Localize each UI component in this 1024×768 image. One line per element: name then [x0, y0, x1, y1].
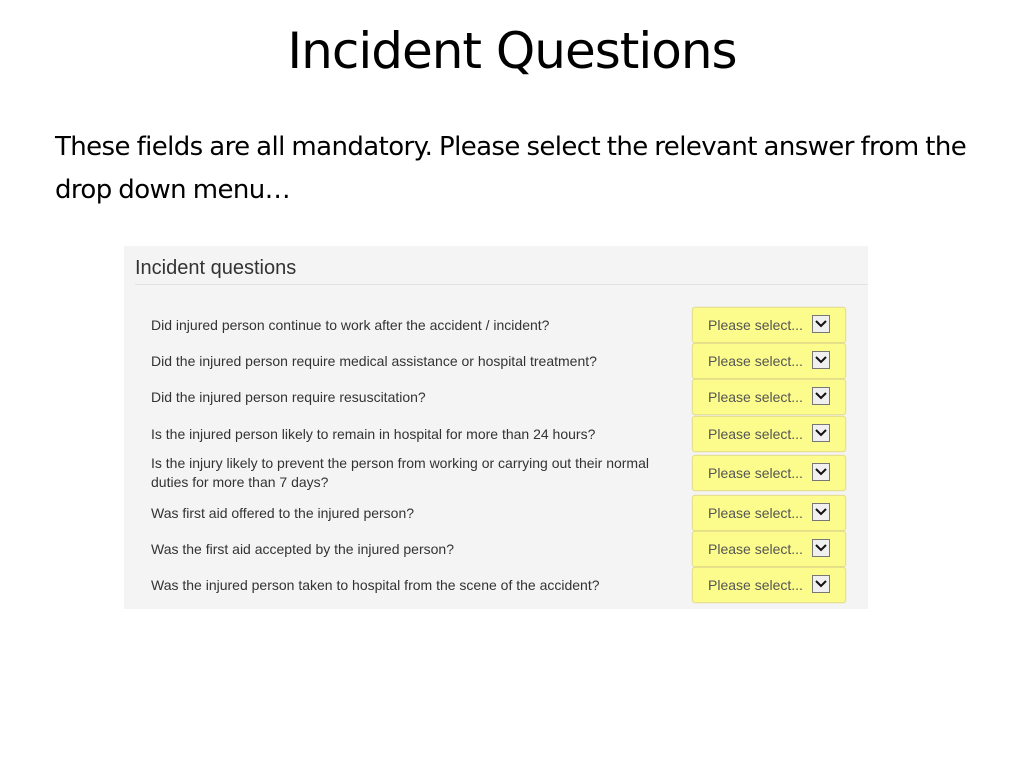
question-label: Was first aid offered to the injured per… — [151, 505, 415, 521]
select-value: Please select... — [708, 317, 803, 333]
chevron-down-icon[interactable] — [812, 424, 830, 442]
question-label: Is the injured person likely to remain i… — [151, 426, 596, 442]
select-value: Please select... — [708, 389, 803, 405]
select-value: Please select... — [708, 577, 803, 593]
question-label: Is the injury likely to prevent the pers… — [151, 455, 649, 490]
chevron-down-icon[interactable] — [812, 315, 830, 333]
chevron-down-icon[interactable] — [812, 575, 830, 593]
select-value: Please select... — [708, 541, 803, 557]
answer-select[interactable]: Please select... — [692, 567, 846, 603]
select-value: Please select... — [708, 353, 803, 369]
panel-header: Incident questions — [135, 257, 297, 279]
answer-select[interactable]: Please select... — [692, 379, 846, 415]
question-label: Did the injured person require resuscita… — [151, 389, 426, 405]
answer-select[interactable]: Please select... — [692, 343, 846, 379]
answer-select[interactable]: Please select... — [692, 307, 846, 343]
chevron-down-icon[interactable] — [812, 539, 830, 557]
chevron-down-icon[interactable] — [812, 351, 830, 369]
select-value: Please select... — [708, 465, 803, 481]
question-label: Did injured person continue to work afte… — [151, 317, 550, 333]
chevron-down-icon[interactable] — [812, 463, 830, 481]
incident-questions-panel: Incident questions Did injured person co… — [124, 246, 868, 609]
chevron-down-icon[interactable] — [812, 503, 830, 521]
question-label: Did the injured person require medical a… — [151, 353, 597, 369]
answer-select[interactable]: Please select... — [692, 416, 846, 452]
slide-instructions: These fields are all mandatory. Please s… — [55, 132, 967, 205]
answer-select[interactable]: Please select... — [692, 531, 846, 567]
answer-select[interactable]: Please select... — [692, 455, 846, 491]
select-value: Please select... — [708, 426, 803, 442]
question-label: Was the first aid accepted by the injure… — [151, 541, 454, 557]
select-value: Please select... — [708, 505, 803, 521]
chevron-down-icon[interactable] — [812, 387, 830, 405]
question-label: Was the injured person taken to hospital… — [151, 577, 600, 593]
slide-title: Incident Questions — [287, 22, 737, 80]
answer-select[interactable]: Please select... — [692, 495, 846, 531]
panel-divider — [135, 284, 868, 285]
